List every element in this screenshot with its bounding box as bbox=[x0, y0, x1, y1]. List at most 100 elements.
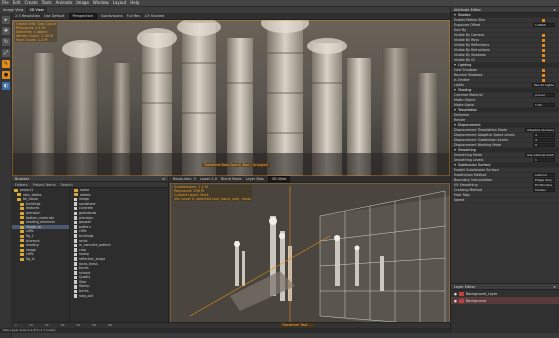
view-tool-icon[interactable]: ◐ bbox=[2, 82, 10, 90]
file-icon bbox=[74, 294, 77, 298]
folder-icon bbox=[20, 220, 24, 224]
expand-triangle-icon[interactable] bbox=[454, 109, 456, 111]
attribute-label: Lights bbox=[454, 83, 464, 87]
close-icon[interactable]: × bbox=[162, 176, 168, 181]
lower-area: Browser × Folders Project Items Search pro… bbox=[12, 176, 450, 333]
menu-layout[interactable]: Layout bbox=[111, 0, 129, 6]
rotate-tool-icon[interactable]: ↻ bbox=[2, 38, 10, 46]
close-icon[interactable]: × bbox=[553, 7, 559, 12]
lower-viewport-toolbar: Resolution: 5 Lower 4.0 Blend Mode Layer Bi… bbox=[170, 176, 450, 183]
close-icon[interactable]: × bbox=[553, 284, 559, 289]
menu-edit[interactable]: Edit bbox=[11, 0, 23, 6]
attribute-label: Lighting bbox=[458, 63, 472, 67]
list-item[interactable]: step_pict bbox=[71, 294, 168, 299]
attribute-value-field[interactable]: 1.0000 bbox=[533, 23, 555, 27]
attribute-value-field[interactable]: 4 bbox=[533, 133, 555, 137]
top-toolbar-item[interactable]: Full Res bbox=[127, 14, 140, 18]
attribute-value-field[interactable]: (none) bbox=[533, 93, 555, 97]
attribute-label: Visible By Refractions bbox=[454, 48, 490, 52]
attribute-checkbox[interactable] bbox=[542, 33, 545, 37]
layer-item[interactable]: ● Background bbox=[451, 297, 559, 304]
tree-item[interactable]: fig_fx bbox=[12, 257, 69, 262]
file-icon bbox=[74, 211, 77, 216]
menu-help[interactable]: Help bbox=[128, 0, 141, 6]
top-toolbar-item[interactable]: Use Default bbox=[44, 14, 64, 18]
attribute-value-field[interactable]: Adaptive (Screen) bbox=[525, 128, 555, 132]
expand-triangle-icon[interactable] bbox=[454, 164, 456, 166]
expand-triangle-icon[interactable] bbox=[454, 149, 456, 151]
attribute-value-field[interactable]: Chaikin bbox=[533, 188, 555, 192]
browser-subbar-item[interactable]: Folders bbox=[15, 182, 28, 187]
attribute-value-field[interactable]: 1 bbox=[533, 158, 555, 162]
lower-toolbar-item[interactable]: Layer Bias bbox=[246, 177, 264, 181]
attribute-value-field[interactable]: Edges Only bbox=[533, 178, 555, 182]
attribute-checkbox[interactable] bbox=[542, 58, 545, 62]
layer-item[interactable]: ● Background_Layer bbox=[451, 290, 559, 297]
eye-icon[interactable]: ● bbox=[454, 292, 457, 296]
folder-icon bbox=[17, 193, 21, 197]
attribute-checkbox[interactable] bbox=[542, 43, 545, 47]
sculpt-tool-icon[interactable]: ● bbox=[2, 71, 10, 79]
file-icon bbox=[74, 239, 77, 243]
folder-icon bbox=[20, 211, 24, 215]
move-tool-icon[interactable]: ✥ bbox=[2, 27, 10, 35]
expand-triangle-icon[interactable] bbox=[454, 14, 456, 16]
attribute-checkbox[interactable] bbox=[542, 53, 545, 57]
attribute-checkbox[interactable] bbox=[542, 68, 545, 72]
browser-subbar-item[interactable]: Project Items bbox=[33, 182, 56, 187]
layer-color-swatch bbox=[458, 291, 464, 296]
lower-viewport-status-tag: Transform Tool: ... bbox=[280, 323, 315, 327]
file-icon bbox=[74, 220, 77, 225]
lower-toolbar-item[interactable]: Resolution: 5 bbox=[173, 177, 196, 181]
attribute-value-field[interactable]: 0 bbox=[533, 143, 555, 147]
folder-icon bbox=[14, 188, 18, 192]
scale-tool-icon[interactable]: ⤢ bbox=[2, 49, 10, 57]
folder-icon bbox=[20, 239, 24, 243]
file-icon bbox=[74, 248, 77, 252]
folder-icon bbox=[20, 207, 24, 211]
attribute-value-field[interactable]: Catmull bbox=[533, 173, 555, 177]
attribute-checkbox[interactable] bbox=[542, 73, 545, 77]
lower-toolbar-item[interactable]: Lower 4.0 bbox=[200, 177, 217, 181]
attribute-label: Render bbox=[454, 118, 466, 122]
expand-triangle-icon[interactable] bbox=[454, 89, 456, 91]
lower-toolbar-item[interactable]: Blend Mode bbox=[221, 177, 242, 181]
attribute-checkbox[interactable] bbox=[542, 48, 545, 52]
attribute-checkbox[interactable] bbox=[542, 38, 545, 42]
top-toolbar-item[interactable]: 1/3 Shaded bbox=[144, 14, 164, 18]
attribute-checkbox[interactable] bbox=[542, 78, 545, 82]
tree-item-label: fig_fx bbox=[26, 256, 35, 261]
file-icon bbox=[74, 289, 77, 294]
attribute-value-field[interactable]: Pin Borders bbox=[533, 183, 555, 187]
menu-animate[interactable]: Animate bbox=[54, 0, 75, 6]
menu-window[interactable]: Window bbox=[91, 0, 111, 6]
attribute-value-field[interactable]: 1.00 bbox=[533, 103, 555, 107]
lower-viewport[interactable]: Resolution: 5 Lower 4.0 Blend Mode Layer Bi… bbox=[170, 176, 450, 333]
expand-triangle-icon[interactable] bbox=[454, 124, 456, 126]
top-toolbar-item[interactable]: Subdivisions bbox=[101, 14, 123, 18]
attribute-checkbox[interactable] bbox=[542, 18, 545, 22]
expand-triangle-icon[interactable] bbox=[454, 64, 456, 66]
top-toolbar-item[interactable]: 2:3 Resolution bbox=[15, 14, 40, 18]
attribute-label: Displacement Adaptive Space Levels bbox=[454, 133, 515, 137]
menu-file[interactable]: File bbox=[0, 0, 11, 6]
attribute-label: Tessellation bbox=[458, 108, 478, 112]
attribute-label: Hole Tags bbox=[454, 193, 470, 197]
menu-create[interactable]: Create bbox=[22, 0, 39, 6]
attribute-label: Displacement bbox=[458, 123, 481, 127]
top-toolbar-item[interactable]: Perspective bbox=[68, 13, 97, 19]
browser-subbar-item[interactable]: Search bbox=[61, 182, 73, 187]
lower-toolbar-item[interactable]: 3D View bbox=[267, 176, 291, 182]
hud-line: Vis: Level 4, selected tool, hand, rock,… bbox=[173, 197, 253, 201]
select-tool-icon[interactable]: ▸ bbox=[2, 16, 10, 24]
attribute-row[interactable]: Speed bbox=[451, 198, 559, 203]
paint-tool-icon[interactable]: ✎ bbox=[2, 60, 10, 68]
top-viewport[interactable]: 2:3 Resolution Use Default Perspective Subd… bbox=[12, 13, 450, 176]
menu-tools[interactable]: Tools bbox=[40, 0, 54, 6]
menu-image[interactable]: Image bbox=[74, 0, 91, 6]
top-viewport-hud: Object Info: Geo Count Polycount: 2.1 M Se… bbox=[15, 22, 57, 42]
attribute-value-field[interactable]: Use All Lights bbox=[531, 83, 555, 87]
attribute-value-field[interactable]: 4 bbox=[533, 138, 555, 142]
attribute-value-field[interactable]: Use Catmull-Clark bbox=[525, 153, 555, 157]
eye-icon[interactable]: ● bbox=[454, 299, 457, 303]
